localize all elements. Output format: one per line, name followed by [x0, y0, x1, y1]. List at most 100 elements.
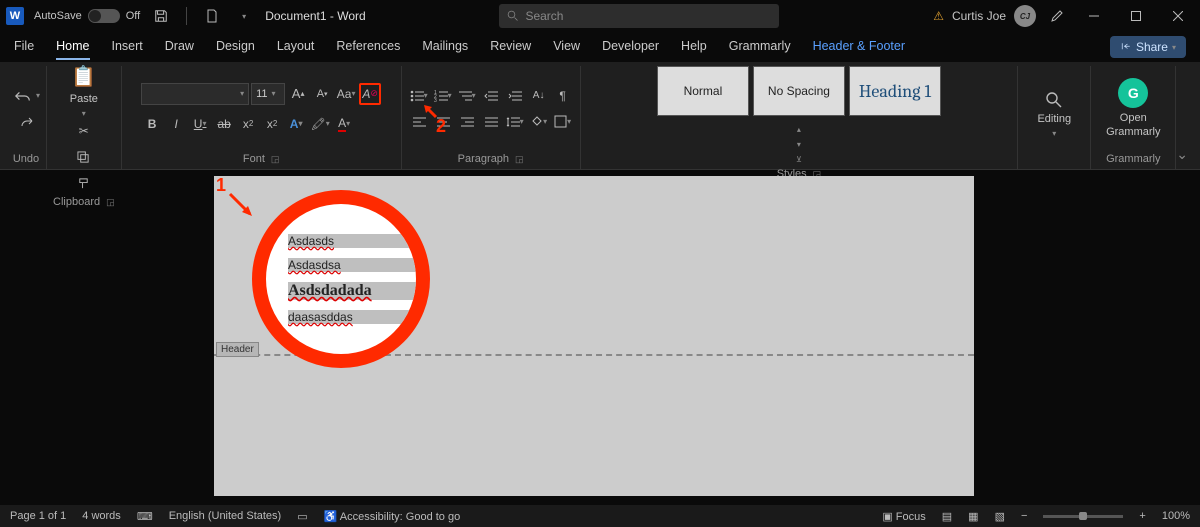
highlight-color-button[interactable]: 🖍▾: [309, 113, 331, 135]
tab-developer[interactable]: Developer: [602, 39, 659, 56]
chevron-down-icon: ▾: [1172, 43, 1176, 52]
status-language[interactable]: English (United States): [169, 510, 282, 522]
underline-button[interactable]: U▾: [189, 113, 211, 135]
editing-menu[interactable]: Editing ▾: [1024, 91, 1084, 138]
tab-review[interactable]: Review: [490, 39, 531, 56]
avatar[interactable]: CJ: [1014, 5, 1036, 27]
increase-indent-button[interactable]: [504, 85, 526, 107]
cut-button[interactable]: ✂: [73, 120, 95, 142]
grow-font-button[interactable]: A▴: [287, 83, 309, 105]
dialog-launcher-icon[interactable]: ◲: [271, 154, 280, 165]
tab-help[interactable]: Help: [681, 39, 707, 56]
account-area[interactable]: ⚠ Curtis Joe CJ: [933, 5, 1036, 27]
tab-view[interactable]: View: [553, 39, 580, 56]
align-right-button[interactable]: [456, 111, 478, 133]
style-normal[interactable]: Normal: [657, 66, 749, 116]
text-effects-button[interactable]: A▾: [285, 113, 307, 135]
subscript-button[interactable]: x2: [237, 113, 259, 135]
group-label-grammarly: Grammarly: [1106, 151, 1160, 169]
chevron-down-icon: ▾: [240, 89, 244, 98]
group-font: ▾ 11▾ A▴ A▾ Aa▾ A⊘ B I U▾ ab x2 x2 A▾ 🖍▾…: [122, 66, 402, 169]
qat-file-button[interactable]: [201, 5, 223, 27]
chevron-down-icon[interactable]: ▾: [36, 91, 40, 100]
document-title: Document1 - Word: [265, 9, 365, 23]
styles-scroll-up[interactable]: ▴: [788, 122, 810, 136]
toggle-switch-icon[interactable]: [88, 9, 120, 23]
status-accessibility[interactable]: ♿ Accessibility: Good to go: [324, 510, 461, 523]
zoom-level[interactable]: 100%: [1162, 510, 1190, 522]
doc-line-3[interactable]: Asdsdadada: [288, 282, 416, 300]
share-button[interactable]: Share ▾: [1110, 36, 1186, 58]
collapse-ribbon-button[interactable]: ⌄: [1176, 146, 1188, 163]
focus-mode-button[interactable]: ▣ Focus: [882, 510, 925, 523]
clear-formatting-button[interactable]: A⊘: [359, 83, 381, 105]
superscript-button[interactable]: x2: [261, 113, 283, 135]
save-button[interactable]: [150, 5, 172, 27]
close-button[interactable]: [1162, 2, 1194, 30]
change-case-button[interactable]: Aa▾: [335, 83, 357, 105]
view-print-layout[interactable]: ▤: [942, 510, 952, 523]
zoom-in-button[interactable]: +: [1139, 510, 1145, 522]
tab-file[interactable]: File: [14, 39, 34, 56]
styles-gallery[interactable]: Normal No Spacing Heading 1: [657, 66, 941, 116]
strikethrough-button[interactable]: ab: [213, 113, 235, 135]
tab-insert[interactable]: Insert: [112, 39, 143, 56]
dialog-launcher-icon[interactable]: ◲: [106, 197, 115, 208]
font-color-button[interactable]: A▾: [333, 113, 355, 135]
numbering-icon: 123: [434, 90, 448, 102]
view-web-layout[interactable]: ▧: [995, 510, 1005, 523]
search-input[interactable]: Search: [499, 4, 779, 28]
doc-line-2[interactable]: Asdasdsa: [288, 258, 416, 272]
zoom-out-button[interactable]: −: [1021, 510, 1027, 522]
zoom-slider[interactable]: [1043, 515, 1123, 518]
editing-label: Editing: [1037, 113, 1071, 125]
format-painter-button[interactable]: [73, 172, 95, 194]
show-marks-button[interactable]: ¶: [552, 85, 574, 107]
text-predictions-icon[interactable]: ⌨: [137, 510, 153, 523]
sort-button[interactable]: A↓: [528, 85, 550, 107]
display-settings-icon[interactable]: ▭: [297, 510, 307, 523]
tab-mailings[interactable]: Mailings: [422, 39, 468, 56]
doc-line-4[interactable]: daasasddas: [288, 310, 416, 324]
open-grammarly-button[interactable]: G Open Grammarly: [1097, 78, 1169, 138]
italic-button[interactable]: I: [165, 113, 187, 135]
paste-button[interactable]: 📋 Paste ▾: [64, 66, 104, 116]
autosave-toggle[interactable]: AutoSave Off: [34, 9, 140, 23]
shading-button[interactable]: ▾: [528, 111, 550, 133]
tab-draw[interactable]: Draw: [165, 39, 194, 56]
tab-references[interactable]: References: [336, 39, 400, 56]
view-read-mode[interactable]: ▦: [968, 510, 978, 523]
qat-customize[interactable]: ▾: [233, 5, 255, 27]
tab-header-footer[interactable]: Header & Footer: [813, 39, 905, 56]
decrease-indent-button[interactable]: [480, 85, 502, 107]
maximize-icon: [1131, 11, 1141, 21]
tab-home[interactable]: Home: [56, 39, 89, 56]
undo-button[interactable]: [12, 85, 34, 107]
bucket-icon: [530, 115, 543, 128]
status-page[interactable]: Page 1 of 1: [10, 510, 66, 522]
styles-scroll-down[interactable]: ▾: [788, 137, 810, 151]
multilevel-list-button[interactable]: ▾: [456, 85, 478, 107]
shrink-font-button[interactable]: A▾: [311, 83, 333, 105]
font-size-selector[interactable]: 11▾: [251, 83, 285, 105]
minimize-button[interactable]: [1078, 2, 1110, 30]
borders-button[interactable]: ▾: [552, 111, 574, 133]
font-family-selector[interactable]: ▾: [141, 83, 249, 105]
pen-input-button[interactable]: [1046, 5, 1068, 27]
tab-grammarly[interactable]: Grammarly: [729, 39, 791, 56]
redo-button[interactable]: [15, 111, 37, 133]
tab-layout[interactable]: Layout: [277, 39, 315, 56]
bold-button[interactable]: B: [141, 113, 163, 135]
styles-expand[interactable]: ⊻: [788, 152, 810, 166]
doc-line-1[interactable]: Asdasds: [288, 234, 416, 248]
line-spacing-button[interactable]: ▾: [504, 111, 526, 133]
style-no-spacing[interactable]: No Spacing: [753, 66, 845, 116]
group-label-paragraph: Paragraph: [458, 153, 509, 165]
tab-design[interactable]: Design: [216, 39, 255, 56]
status-words[interactable]: 4 words: [82, 510, 121, 522]
copy-button[interactable]: [73, 146, 95, 168]
maximize-button[interactable]: [1120, 2, 1152, 30]
style-heading1[interactable]: Heading 1: [849, 66, 941, 116]
justify-button[interactable]: [480, 111, 502, 133]
dialog-launcher-icon[interactable]: ◲: [515, 154, 524, 165]
